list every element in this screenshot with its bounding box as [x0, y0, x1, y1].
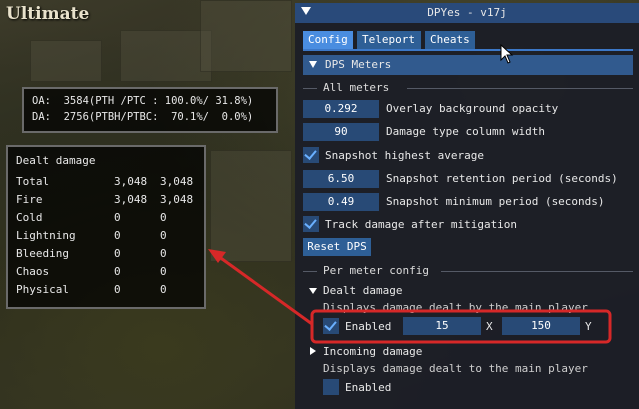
damage-row: Chaos 0 0: [16, 265, 196, 281]
damage-value: 0: [114, 265, 121, 278]
damage-value: 3,048: [114, 193, 148, 206]
damage-row: Bleeding 0 0: [16, 247, 196, 263]
chevron-right-icon[interactable]: [310, 347, 316, 355]
wall-stone: [120, 30, 212, 82]
reset-dps-button[interactable]: Reset DPS: [303, 238, 371, 256]
checkmark-icon: [304, 147, 317, 160]
dealt-damage-description: Displays damage dealt by the main player: [323, 301, 588, 314]
window-title-bar[interactable]: DPYes - v17j: [295, 3, 639, 23]
per-meter-config-label: Per meter config: [323, 264, 429, 277]
dealt-damage-node[interactable]: Dealt damage: [323, 284, 402, 297]
dpyes-window: DPYes - v17j Config Teleport Cheats DPS …: [295, 3, 639, 409]
damage-value: 0: [160, 247, 167, 260]
damage-row: Cold 0 0: [16, 211, 196, 227]
damage-value: 0: [160, 283, 167, 296]
damage-type: Fire: [16, 193, 43, 206]
minimum-period-input[interactable]: 0.49: [303, 193, 379, 211]
damage-row: Total 3,048 3,048: [16, 175, 196, 191]
damage-value: 0: [160, 211, 167, 224]
damage-value: 3,048: [114, 175, 148, 188]
dealt-y-input[interactable]: 150: [502, 317, 580, 335]
tab-bar-divider: [303, 49, 633, 51]
damage-type: Cold: [16, 211, 43, 224]
damage-value: 0: [160, 265, 167, 278]
window-title: DPYes - v17j: [427, 6, 507, 19]
opacity-label: Overlay background opacity: [386, 102, 559, 115]
chevron-down-icon: [309, 61, 317, 68]
incoming-damage-description: Displays damage dealt to the main player: [323, 362, 588, 375]
dealt-enabled-checkbox[interactable]: [323, 318, 339, 334]
damage-value: 0: [114, 283, 121, 296]
dealt-enabled-label: Enabled: [345, 320, 392, 333]
retention-period-input[interactable]: 6.50: [303, 170, 379, 188]
minimum-period-label: Snapshot minimum period (seconds): [386, 195, 605, 208]
track-mitigation-label: Track damage after mitigation: [325, 218, 518, 231]
wall-stone: [30, 40, 102, 82]
column-width-input[interactable]: 90: [303, 123, 379, 141]
damage-value: 0: [160, 229, 167, 242]
game-title: Ultimate: [6, 4, 90, 24]
separator-line: [303, 271, 317, 272]
stats-overlay: OA: 3584(PTH /PTC : 100.0%/ 31.8%) DA: 2…: [22, 87, 278, 133]
snapshot-highest-label: Snapshot highest average: [325, 149, 484, 162]
incoming-damage-node[interactable]: Incoming damage: [323, 345, 422, 358]
damage-row: Lightning 0 0: [16, 229, 196, 245]
tab-config[interactable]: Config: [303, 31, 353, 49]
damage-type: Lightning: [16, 229, 76, 242]
separator-line: [441, 271, 633, 272]
dealt-x-input[interactable]: 15: [403, 317, 481, 335]
dps-meters-header[interactable]: DPS Meters: [303, 55, 633, 75]
separator-line: [303, 88, 317, 89]
damage-type: Total: [16, 175, 50, 188]
all-meters-label: All meters: [323, 81, 390, 94]
chevron-down-icon[interactable]: [309, 288, 317, 294]
checkmark-icon: [324, 318, 337, 331]
incoming-enabled-checkbox[interactable]: [323, 379, 339, 395]
damage-row: Physical 0 0: [16, 283, 196, 299]
tab-cheats[interactable]: Cheats: [425, 31, 475, 49]
dealt-y-label: Y: [585, 320, 592, 333]
damage-value: 0: [114, 247, 121, 260]
defensive-ability-line: DA: 2756(PTBH/PTBC: 70.1%/ 0.0%): [32, 111, 254, 123]
mouse-cursor-icon: [500, 44, 514, 64]
damage-value: 0: [114, 211, 121, 224]
wall-stone: [200, 0, 292, 72]
offensive-ability-line: OA: 3584(PTH /PTC : 100.0%/ 31.8%): [32, 95, 254, 107]
damage-type: Physical: [16, 283, 69, 296]
dealt-damage-overlay: Dealt damage Total 3,048 3,048 Fire 3,04…: [6, 145, 206, 309]
damage-type: Chaos: [16, 265, 50, 278]
track-mitigation-checkbox[interactable]: [303, 216, 319, 232]
tab-teleport[interactable]: Teleport: [357, 31, 421, 49]
wall-stone: [210, 150, 292, 262]
opacity-input[interactable]: 0.292: [303, 100, 379, 118]
separator-line: [407, 88, 633, 89]
damage-value: 0: [114, 229, 121, 242]
column-width-label: Damage type column width: [386, 125, 545, 138]
incoming-enabled-label: Enabled: [345, 381, 392, 394]
damage-type: Bleeding: [16, 247, 69, 260]
snapshot-highest-checkbox[interactable]: [303, 147, 319, 163]
dps-meters-header-label: DPS Meters: [325, 58, 392, 71]
retention-period-label: Snapshot retention period (seconds): [386, 172, 618, 185]
damage-row: Fire 3,048 3,048: [16, 193, 196, 209]
damage-value: 3,048: [160, 175, 194, 188]
damage-value: 3,048: [160, 193, 194, 206]
checkmark-icon: [304, 216, 317, 229]
overlay-title: Dealt damage: [16, 154, 96, 167]
dealt-x-label: X: [486, 320, 493, 333]
